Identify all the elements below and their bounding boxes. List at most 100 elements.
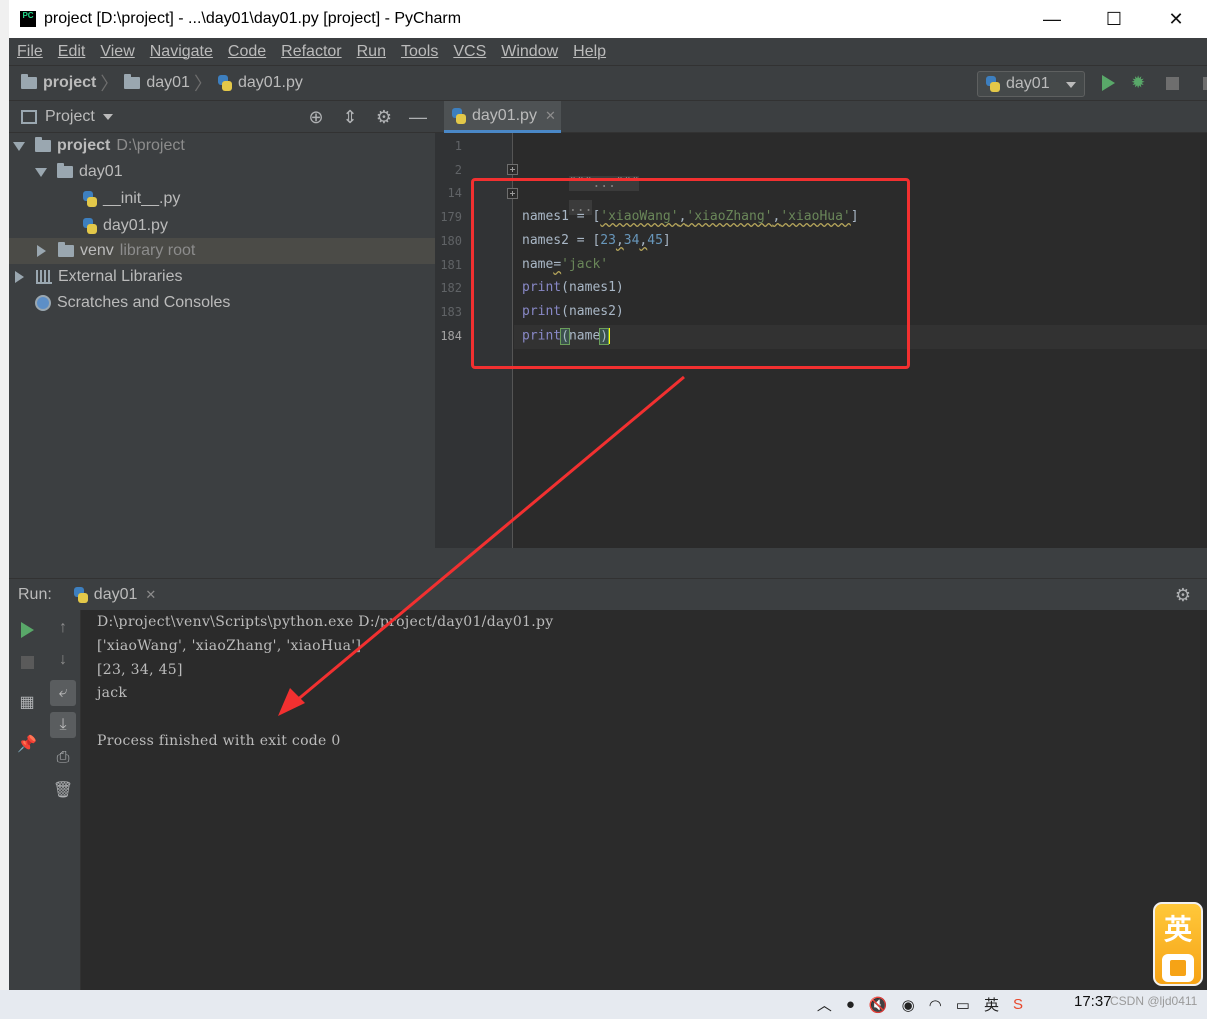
menu-navigate[interactable]: Navigate: [150, 43, 213, 61]
play-icon: [20, 622, 34, 638]
menu-file[interactable]: File: [17, 43, 43, 61]
collapse-all-icon[interactable]: ⇕: [333, 107, 367, 128]
tree-item-scratches[interactable]: Scratches and Consoles: [9, 290, 435, 316]
menu-tools[interactable]: Tools: [401, 43, 438, 61]
breadcrumb-separator: 〉: [193, 74, 212, 94]
close-tab-icon[interactable]: ✕: [545, 108, 556, 124]
wifi-icon[interactable]: ◠: [929, 996, 942, 1014]
line-number: 1: [454, 139, 462, 153]
project-view-icon: [21, 109, 37, 124]
run-tab-day01[interactable]: day01 ✕: [65, 578, 165, 611]
console-line: D:\project\venv\Scripts\python.exe D:/pr…: [97, 614, 554, 630]
project-view-select[interactable]: Project: [45, 108, 95, 126]
pin-icon[interactable]: 📌: [17, 734, 37, 754]
library-icon: [36, 270, 52, 284]
battery-icon[interactable]: ▭: [956, 996, 970, 1014]
tree-item-venv[interactable]: venv library root: [9, 238, 435, 264]
tree-item-day01-py[interactable]: day01.py: [9, 213, 435, 239]
wechat-icon[interactable]: ◉: [902, 996, 915, 1014]
menu-vcs[interactable]: VCS: [453, 43, 486, 61]
run-button[interactable]: [1102, 75, 1115, 91]
python-file-icon: [83, 191, 97, 207]
taskbar-clock[interactable]: 17:37: [1074, 993, 1112, 1010]
title-bar: PC project [D:\project] - ...\day01\day0…: [9, 0, 1207, 38]
trash-icon[interactable]: 🗑: [53, 780, 73, 800]
collapse-arrow-icon[interactable]: [15, 271, 24, 283]
run-console-output[interactable]: D:\project\venv\Scripts\python.exe D:/pr…: [81, 610, 1207, 990]
breadcrumb-project[interactable]: project 〉: [21, 70, 124, 96]
expand-arrow-icon[interactable]: [13, 141, 25, 151]
folder-icon: [58, 242, 74, 257]
tray-chevron-up-icon[interactable]: ︿: [817, 994, 832, 1015]
line-number: 182: [440, 281, 462, 295]
folder-icon: [124, 74, 141, 89]
soft-wrap-icon[interactable]: ⤶: [50, 680, 76, 706]
line-number: 179: [440, 210, 462, 224]
editor-tab-day01-py[interactable]: day01.py ✕: [444, 101, 561, 133]
sogou-icon[interactable]: S: [1013, 996, 1023, 1013]
taskbar: 17:37 CSDN @ljd0411 ︿ ● 🔇 ◉ ◠ ▭ 英 S: [0, 990, 1207, 1019]
restore-layout-button[interactable]: ▦: [17, 692, 37, 712]
line-number: 181: [440, 258, 462, 272]
python-file-icon: [452, 107, 466, 124]
project-tree: project D:\project day01 __init__.py day…: [9, 133, 435, 578]
menu-refactor[interactable]: Refactor: [281, 43, 341, 61]
run-panel-label: Run:: [18, 585, 52, 603]
close-tab-icon[interactable]: ✕: [145, 587, 156, 603]
gear-icon[interactable]: ⚙: [367, 107, 401, 128]
line-number: 180: [440, 234, 462, 248]
hide-panel-icon[interactable]: —: [401, 107, 435, 128]
python-file-icon: [83, 218, 97, 234]
editor-tab-bar: day01.py ✕: [435, 101, 1207, 133]
stop-button[interactable]: [17, 652, 37, 672]
arrow-down-icon[interactable]: ↓: [53, 650, 73, 670]
line-number-current: 184: [440, 329, 462, 343]
breadcrumb-file[interactable]: day01.py: [217, 74, 303, 92]
console-line: jack: [97, 685, 128, 701]
background-window-strip: [0, 0, 9, 990]
run-configuration-select[interactable]: day01: [977, 71, 1085, 97]
close-window-button[interactable]: ✕: [1145, 0, 1207, 38]
folder-icon: [35, 137, 51, 152]
menu-view[interactable]: View: [100, 43, 134, 61]
stop-button[interactable]: [1166, 77, 1179, 90]
console-line: [23, 34, 45]: [97, 662, 183, 678]
folder-icon: [57, 163, 73, 178]
minimize-button[interactable]: —: [1021, 0, 1083, 38]
run-toolbar-secondary: ↑ ↓ ⤶ ⤓ ⎙ 🗑: [45, 610, 81, 990]
breadcrumb-separator: 〉: [100, 74, 119, 94]
menu-edit[interactable]: Edit: [58, 43, 86, 61]
breadcrumb-folder[interactable]: day01 〉: [124, 70, 218, 96]
window-title: project [D:\project] - ...\day01\day01.p…: [44, 10, 462, 27]
arrow-up-icon[interactable]: ↑: [53, 618, 73, 638]
menu-run[interactable]: Run: [357, 43, 386, 61]
menu-window[interactable]: Window: [501, 43, 558, 61]
ime-floating-widget[interactable]: 英: [1153, 902, 1203, 986]
collapse-arrow-icon[interactable]: [37, 245, 46, 257]
volume-muted-icon[interactable]: 🔇: [869, 996, 888, 1014]
gear-icon[interactable]: ⚙: [1175, 585, 1191, 606]
line-number: 2: [454, 163, 462, 177]
qq-icon[interactable]: ●: [846, 996, 855, 1013]
rerun-button[interactable]: [17, 620, 37, 640]
tree-item-external-libraries[interactable]: External Libraries: [9, 264, 435, 290]
scroll-to-end-icon[interactable]: ⤓: [50, 712, 76, 738]
expand-arrow-icon[interactable]: [35, 167, 47, 177]
ime-tray-indicator[interactable]: 英: [984, 994, 999, 1015]
tree-item-project[interactable]: project D:\project: [9, 133, 435, 159]
print-icon[interactable]: ⎙: [53, 748, 73, 768]
locate-file-icon[interactable]: ⊕: [299, 107, 333, 128]
pycharm-logo-icon: PC: [20, 11, 36, 27]
chevron-down-icon[interactable]: [102, 113, 113, 120]
maximize-button[interactable]: ☐: [1083, 0, 1145, 38]
debug-button[interactable]: ✹: [1131, 74, 1147, 92]
tree-item-init-py[interactable]: __init__.py: [9, 186, 435, 212]
python-file-icon: [217, 75, 232, 91]
system-tray: ︿ ● 🔇 ◉ ◠ ▭ 英 S: [817, 990, 1037, 1019]
menu-help[interactable]: Help: [573, 43, 606, 61]
tree-item-day01[interactable]: day01: [9, 159, 435, 185]
ime-skin-icon: [1162, 954, 1194, 982]
toolbar-overflow: [1203, 77, 1207, 90]
menu-code[interactable]: Code: [228, 43, 266, 61]
chevron-down-icon: [1066, 82, 1076, 88]
